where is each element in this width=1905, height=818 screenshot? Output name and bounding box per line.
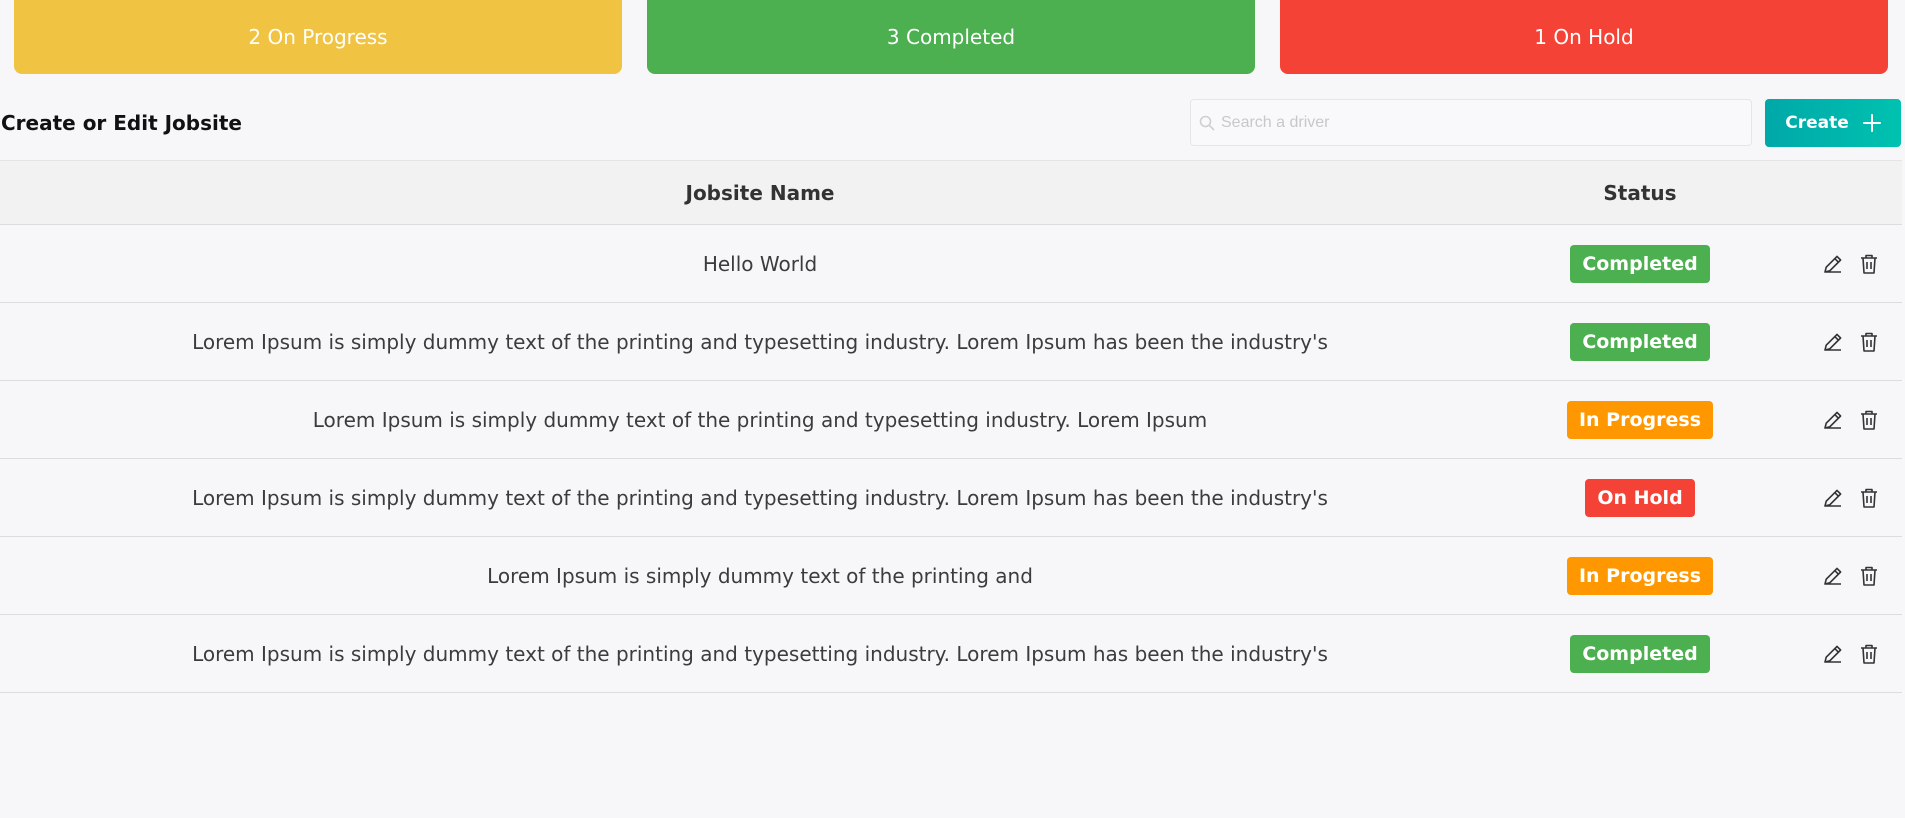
- trash-icon[interactable]: [1858, 253, 1880, 275]
- table-row: Lorem Ipsum is simply dummy text of the …: [0, 302, 1902, 381]
- pencil-icon[interactable]: [1822, 487, 1844, 509]
- completed-card: 3 Completed: [647, 0, 1255, 74]
- pencil-icon[interactable]: [1822, 565, 1844, 587]
- plus-icon: [1862, 114, 1881, 132]
- jobsite-name-cell: Lorem Ipsum is simply dummy text of the …: [0, 536, 1520, 615]
- column-header-status[interactable]: Status: [1520, 160, 1760, 225]
- trash-icon[interactable]: [1858, 487, 1880, 509]
- table-header-row: Jobsite Name Status: [0, 160, 1902, 225]
- pencil-icon[interactable]: [1822, 331, 1844, 353]
- jobsite-table: Jobsite Name Status Hello World Complete…: [0, 160, 1902, 693]
- search-box[interactable]: [1190, 99, 1752, 146]
- column-header-jobsite-name[interactable]: Jobsite Name: [0, 160, 1520, 225]
- create-button-label: Create: [1785, 113, 1849, 133]
- status-badge: Completed: [1570, 244, 1710, 283]
- create-button[interactable]: Create: [1765, 99, 1901, 147]
- page-title: Create or Edit Jobsite: [1, 111, 242, 135]
- on-progress-card: 2 On Progress: [14, 0, 622, 74]
- jobsite-name-cell: Lorem Ipsum is simply dummy text of the …: [0, 458, 1520, 537]
- search-icon: [1199, 115, 1215, 130]
- search-input[interactable]: [1221, 113, 1741, 132]
- on-hold-card: 1 On Hold: [1280, 0, 1888, 74]
- column-header-actions: [1760, 160, 1902, 225]
- status-badge: Completed: [1570, 322, 1710, 361]
- status-summary: 2 On Progress 3 Completed 1 On Hold: [14, 0, 1888, 74]
- table-row: Hello World Completed: [0, 224, 1902, 303]
- table-row: Lorem Ipsum is simply dummy text of the …: [0, 536, 1902, 615]
- pencil-icon[interactable]: [1822, 409, 1844, 431]
- trash-icon[interactable]: [1858, 565, 1880, 587]
- table-row: Lorem Ipsum is simply dummy text of the …: [0, 380, 1902, 459]
- status-badge: On Hold: [1585, 478, 1695, 517]
- trash-icon[interactable]: [1858, 331, 1880, 353]
- trash-icon[interactable]: [1858, 643, 1880, 665]
- jobsite-name-cell: Lorem Ipsum is simply dummy text of the …: [0, 302, 1520, 381]
- status-badge: In Progress: [1566, 400, 1714, 439]
- table-row: Lorem Ipsum is simply dummy text of the …: [0, 458, 1902, 537]
- page: 2 On Progress 3 Completed 1 On Hold Crea…: [0, 0, 1905, 818]
- jobsite-name-cell: Lorem Ipsum is simply dummy text of the …: [0, 614, 1520, 693]
- pencil-icon[interactable]: [1822, 643, 1844, 665]
- trash-icon[interactable]: [1858, 409, 1880, 431]
- table-row: Lorem Ipsum is simply dummy text of the …: [0, 614, 1902, 693]
- status-badge: In Progress: [1566, 556, 1714, 595]
- jobsite-name-cell: Lorem Ipsum is simply dummy text of the …: [0, 380, 1520, 459]
- status-badge: Completed: [1570, 634, 1710, 673]
- pencil-icon[interactable]: [1822, 253, 1844, 275]
- jobsite-name-cell: Hello World: [0, 224, 1520, 303]
